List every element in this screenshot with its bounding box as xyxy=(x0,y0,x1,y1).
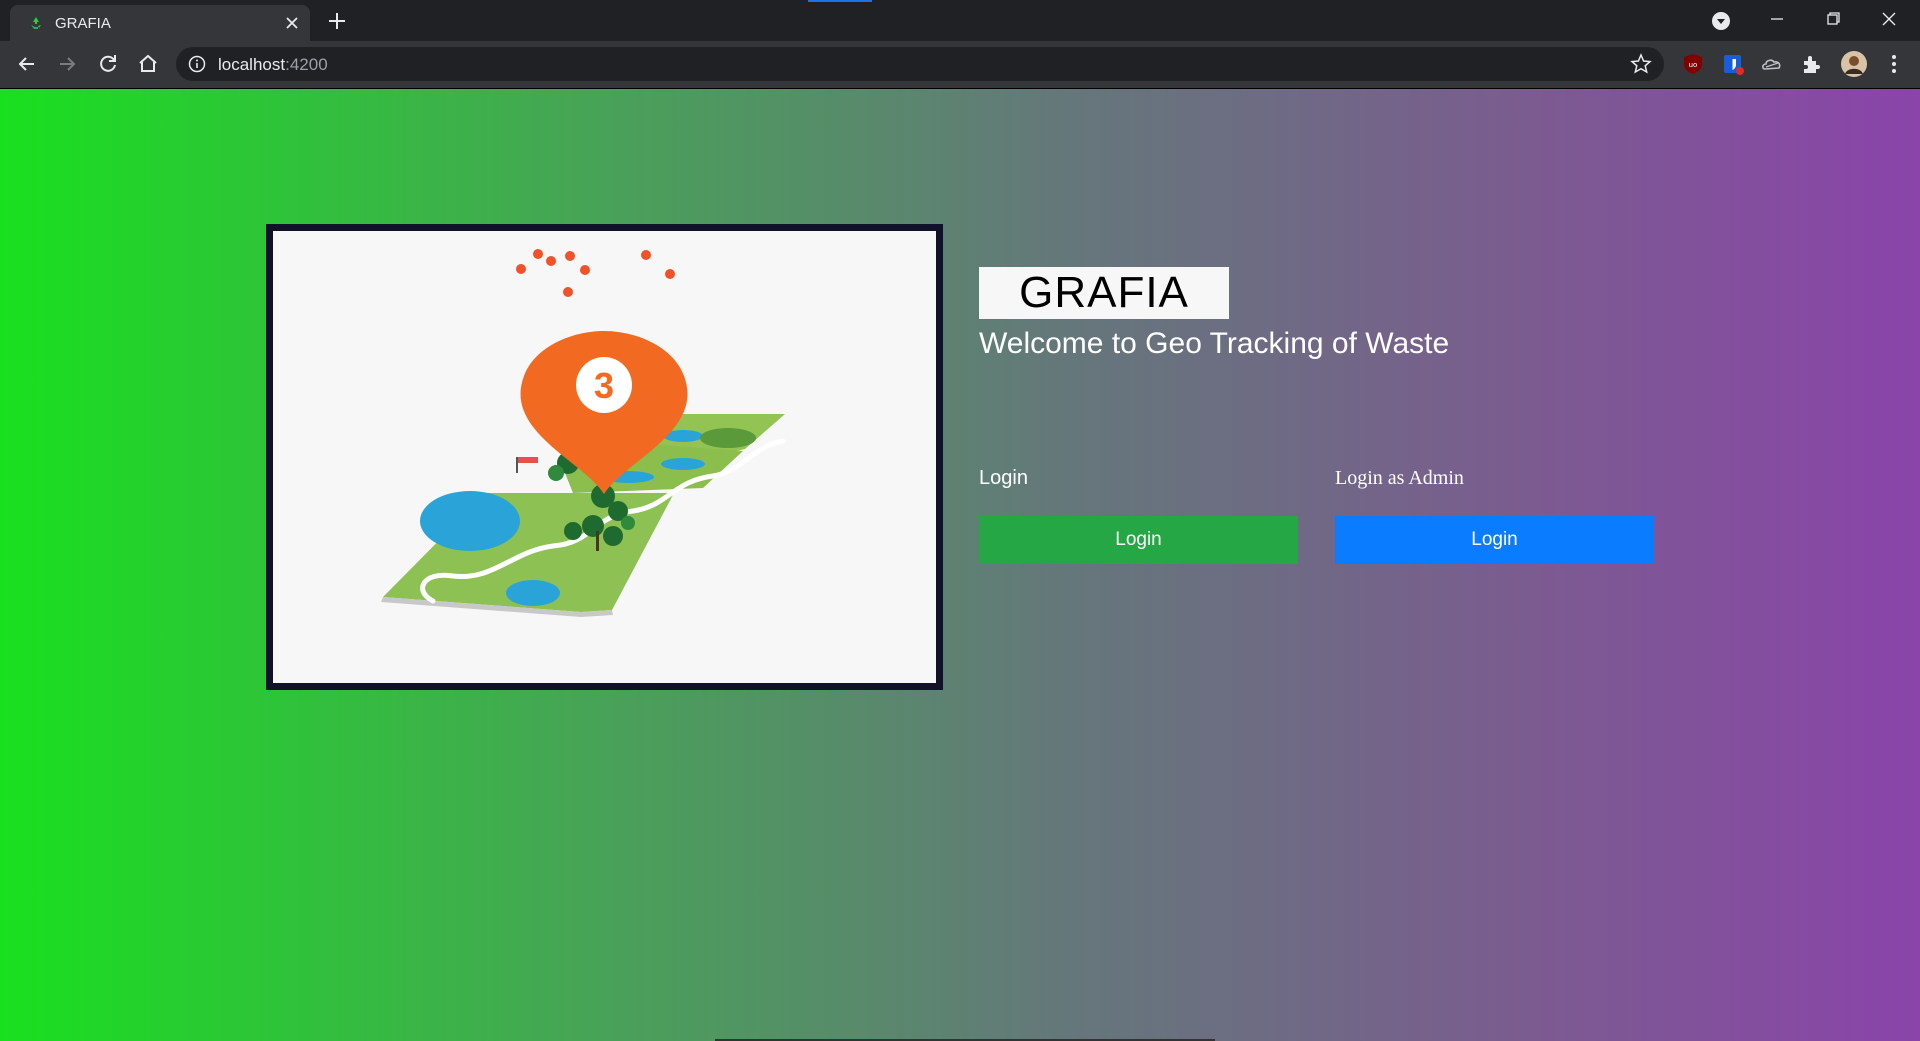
menu-kebab-icon[interactable] xyxy=(1882,52,1906,76)
url-port: :4200 xyxy=(285,55,328,74)
map-pin-number: 3 xyxy=(594,365,614,406)
profile-avatar[interactable] xyxy=(1840,50,1868,78)
hero-illustration: 3 xyxy=(266,224,943,690)
address-bar[interactable]: localhost:4200 xyxy=(176,47,1664,81)
user-login-label: Login xyxy=(979,467,1028,489)
restore-icon[interactable] xyxy=(1811,6,1855,34)
back-icon[interactable] xyxy=(14,51,40,77)
tab-search-icon[interactable] xyxy=(1710,10,1732,32)
url-host: localhost xyxy=(218,55,286,74)
admin-login-label: Login as Admin xyxy=(1335,467,1464,489)
forward-icon[interactable] xyxy=(54,51,80,77)
welcome-heading: Welcome to Geo Tracking of Waste xyxy=(979,327,1450,360)
svg-text:uo: uo xyxy=(1689,61,1698,69)
page-background: 3 GRAFIA Welcome to Geo Tracking of Wast… xyxy=(0,89,1920,1041)
bitwarden-extension-icon[interactable] xyxy=(1721,52,1745,76)
admin-login-button[interactable]: Login xyxy=(1335,516,1654,564)
browser-toolbar: localhost:4200 uo xyxy=(0,41,1920,89)
recycle-icon xyxy=(31,17,41,29)
browser-tab[interactable]: GRAFIA xyxy=(10,5,310,41)
brand-title: GRAFIA xyxy=(1019,268,1189,317)
reload-icon[interactable] xyxy=(95,51,121,77)
user-login-button[interactable]: Login xyxy=(979,516,1298,564)
close-icon[interactable] xyxy=(282,13,302,33)
info-icon[interactable] xyxy=(188,55,206,73)
brand-box: GRAFIA xyxy=(979,267,1229,319)
new-tab-icon[interactable] xyxy=(326,10,348,32)
bookmark-star-icon[interactable] xyxy=(1630,53,1652,75)
tab-strip: GRAFIA xyxy=(0,0,1920,41)
url-text[interactable]: localhost:4200 xyxy=(218,55,328,75)
home-icon[interactable] xyxy=(135,51,161,77)
map-illustration: 3 xyxy=(381,249,786,617)
cloud-extension-icon[interactable] xyxy=(1760,52,1784,76)
tab-title: GRAFIA xyxy=(55,15,111,32)
minimize-icon[interactable] xyxy=(1755,6,1799,34)
ublock-extension-icon[interactable]: uo xyxy=(1681,52,1705,76)
extensions-puzzle-icon[interactable] xyxy=(1800,52,1824,76)
window-close-icon[interactable] xyxy=(1867,6,1911,34)
tab-strip-highlight xyxy=(808,0,872,2)
